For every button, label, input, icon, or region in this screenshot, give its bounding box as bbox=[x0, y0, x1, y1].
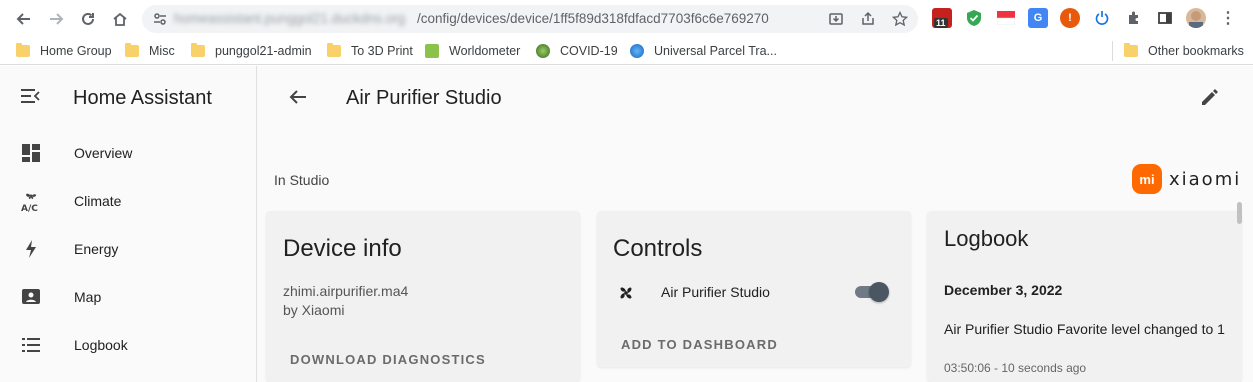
bookmark-label: Other bookmarks bbox=[1148, 44, 1244, 58]
bookmark-to-3d-print[interactable]: To 3D Print bbox=[327, 42, 413, 60]
side-panel-icon[interactable] bbox=[1155, 8, 1175, 28]
device-info-card: Device info zhimi.airpurifier.ma4 by Xia… bbox=[266, 211, 580, 382]
url-path: /config/devices/device/1ff5f89d318fdfacd… bbox=[417, 11, 769, 26]
extension-badge: 11 bbox=[934, 18, 948, 28]
bookmark-worldometer[interactable]: Worldometer bbox=[425, 42, 520, 60]
card-heading: Logbook bbox=[944, 226, 1029, 251]
lightning-icon bbox=[20, 238, 42, 260]
share-icon[interactable] bbox=[858, 9, 878, 29]
bookmark-label: Misc bbox=[149, 44, 175, 58]
entity-toggle[interactable] bbox=[853, 282, 889, 302]
sidebar-title: Home Assistant bbox=[73, 87, 212, 109]
back-arrow-icon[interactable] bbox=[286, 85, 310, 109]
main-content: Air Purifier Studio In Studio mi xiaomi … bbox=[258, 66, 1253, 382]
reload-icon[interactable] bbox=[76, 7, 100, 31]
flag-extension-icon[interactable] bbox=[996, 8, 1016, 28]
sidebar: Home Assistant Overview A/C Climate Ener… bbox=[0, 66, 257, 382]
device-area: In Studio bbox=[274, 172, 330, 188]
home-assistant-app: Home Assistant Overview A/C Climate Ener… bbox=[0, 66, 1253, 382]
add-to-dashboard-button[interactable]: ADD TO DASHBOARD bbox=[621, 337, 778, 352]
dashboard-icon bbox=[20, 142, 42, 164]
folder-icon bbox=[16, 43, 30, 57]
fan-ac-icon: A/C bbox=[20, 190, 42, 212]
power-extension-icon[interactable] bbox=[1092, 8, 1112, 28]
bookmark-label: Worldometer bbox=[449, 44, 521, 58]
logbook-entry-time: 03:50:06 - 10 seconds ago bbox=[944, 361, 1087, 375]
page-title: Air Purifier Studio bbox=[346, 87, 502, 109]
bookmark-other[interactable]: Other bookmarks bbox=[1124, 42, 1244, 60]
sidebar-item-energy[interactable]: Energy bbox=[0, 225, 257, 273]
url-host: homeassistant.punggol21.duckdns.org bbox=[174, 11, 406, 26]
bookmark-universal-parcel[interactable]: Universal Parcel Tra... bbox=[630, 42, 777, 60]
home-icon[interactable] bbox=[108, 7, 132, 31]
sidebar-item-label: Energy bbox=[74, 241, 119, 257]
logbook-entry-message[interactable]: Air Purifier Studio Favorite level chang… bbox=[944, 319, 1234, 340]
logbook-date: December 3, 2022 bbox=[944, 282, 1063, 298]
install-app-icon[interactable] bbox=[826, 9, 846, 29]
toggle-thumb bbox=[869, 282, 889, 302]
map-icon bbox=[20, 286, 42, 308]
globe-favicon-icon bbox=[630, 44, 644, 58]
bookmark-home-group[interactable]: Home Group bbox=[16, 42, 112, 60]
device-model: zhimi.airpurifier.ma4 bbox=[283, 283, 409, 299]
forward-arrow-icon[interactable] bbox=[44, 7, 68, 31]
translate-extension-icon[interactable]: G bbox=[1028, 8, 1048, 28]
folder-icon bbox=[327, 43, 341, 57]
card-heading: Device info bbox=[283, 235, 402, 262]
bookmark-label: Home Group bbox=[40, 44, 112, 58]
back-arrow-icon[interactable] bbox=[12, 7, 36, 31]
logbook-scrollbar[interactable] bbox=[1237, 202, 1242, 224]
list-icon bbox=[20, 334, 42, 356]
pencil-edit-icon[interactable] bbox=[1198, 85, 1222, 109]
brand-name: xiaomi bbox=[1169, 168, 1242, 190]
calendar-extension-icon[interactable]: 11 bbox=[932, 8, 952, 28]
fan-icon[interactable] bbox=[615, 282, 637, 304]
alert-extension-icon[interactable]: ! bbox=[1060, 8, 1080, 28]
brand-logo: mi xiaomi bbox=[1132, 164, 1241, 194]
logbook-card: Logbook December 3, 2022 Air Purifier St… bbox=[927, 211, 1242, 382]
sidebar-item-map[interactable]: Map bbox=[0, 273, 257, 321]
bookmarks-divider bbox=[1112, 41, 1113, 61]
sidebar-item-label: Climate bbox=[74, 193, 122, 209]
folder-icon bbox=[1124, 43, 1138, 57]
controls-card: Controls Air Purifier Studio ADD TO DASH… bbox=[597, 211, 911, 367]
bookmark-label: Universal Parcel Tra... bbox=[654, 44, 777, 58]
download-diagnostics-button[interactable]: DOWNLOAD DIAGNOSTICS bbox=[290, 352, 486, 367]
svg-text:A/C: A/C bbox=[21, 204, 38, 212]
bookmark-label: To 3D Print bbox=[351, 44, 413, 58]
folder-icon bbox=[191, 43, 205, 57]
bookmark-label: punggol21-admin bbox=[215, 44, 312, 58]
entity-name[interactable]: Air Purifier Studio bbox=[661, 284, 770, 300]
device-manufacturer: by Xiaomi bbox=[283, 302, 345, 318]
menu-collapse-icon[interactable] bbox=[20, 87, 40, 105]
address-bar[interactable]: homeassistant.punggol21.duckdns.org /con… bbox=[142, 5, 918, 33]
worldometer-favicon-icon bbox=[425, 44, 439, 58]
site-info-icon[interactable] bbox=[152, 11, 168, 27]
profile-avatar[interactable] bbox=[1186, 8, 1206, 28]
shield-extension-icon[interactable] bbox=[964, 8, 984, 28]
card-heading: Controls bbox=[613, 235, 703, 262]
browser-menu-icon[interactable]: ⋮ bbox=[1218, 8, 1238, 28]
extensions-puzzle-icon[interactable] bbox=[1124, 8, 1144, 28]
star-bookmark-icon[interactable] bbox=[890, 9, 910, 29]
bookmark-covid-19[interactable]: COVID-19 bbox=[536, 42, 618, 60]
bookmarks-bar: Home Group Misc punggol21-admin To 3D Pr… bbox=[0, 37, 1253, 65]
bookmark-misc[interactable]: Misc bbox=[125, 42, 175, 60]
sidebar-item-logbook[interactable]: Logbook bbox=[0, 321, 257, 369]
browser-toolbar: homeassistant.punggol21.duckdns.org /con… bbox=[0, 0, 1253, 37]
bookmark-punggol21-admin[interactable]: punggol21-admin bbox=[191, 42, 312, 60]
covid-favicon-icon bbox=[536, 44, 550, 58]
sidebar-item-label: Logbook bbox=[74, 337, 128, 353]
sidebar-item-label: Overview bbox=[74, 145, 133, 161]
xiaomi-mi-icon: mi bbox=[1132, 164, 1162, 194]
sidebar-item-overview[interactable]: Overview bbox=[0, 129, 257, 177]
sidebar-item-climate[interactable]: A/C Climate bbox=[0, 177, 257, 225]
folder-icon bbox=[125, 43, 139, 57]
bookmark-label: COVID-19 bbox=[560, 44, 618, 58]
sidebar-item-label: Map bbox=[74, 289, 102, 305]
